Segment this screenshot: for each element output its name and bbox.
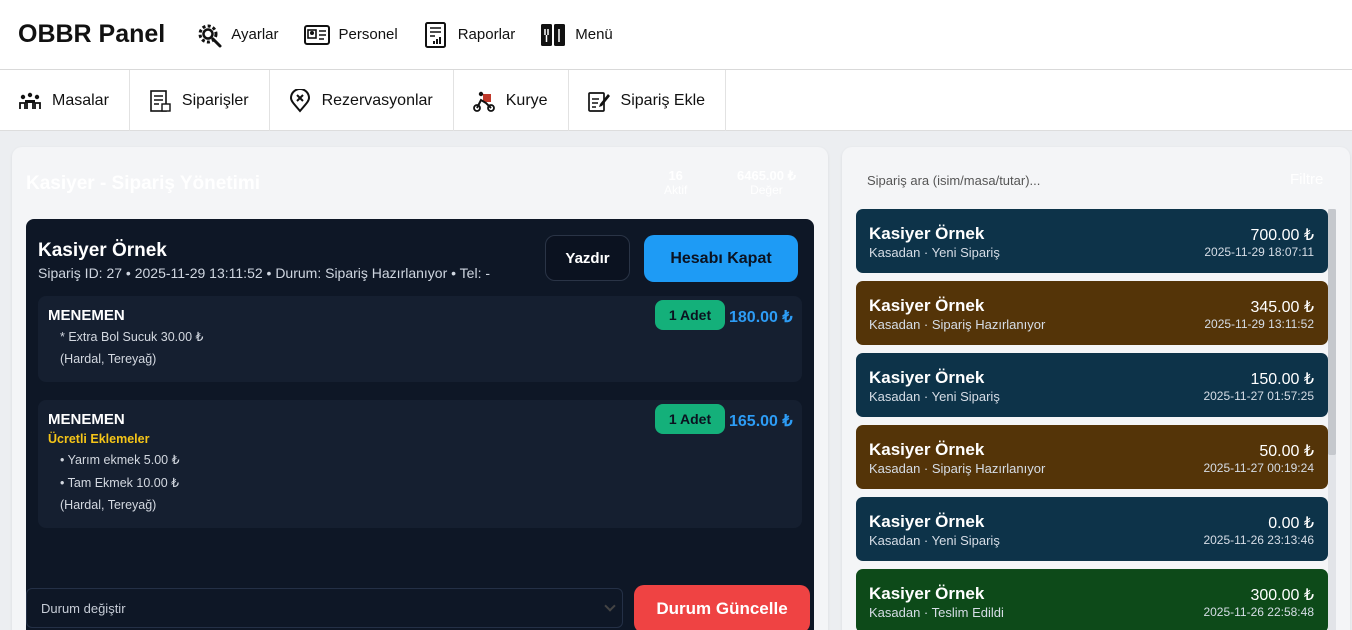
item-extra: • Tam Ekmek 10.00 ₺ xyxy=(60,476,180,490)
add-order-icon xyxy=(587,91,610,112)
order-card[interactable]: Kasiyer Örnek Kasadan · Teslim Edildi 300.… xyxy=(856,569,1328,630)
order-card[interactable]: Kasiyer Örnek Kasadan · Yeni Sipariş 700.0… xyxy=(856,209,1328,273)
order-card-amount: 150.00 ₺ xyxy=(1250,371,1314,388)
tab-bar: Masalar Siparişler Rezervasyonlar Kurye xyxy=(0,70,1352,131)
topnav-label: Raporlar xyxy=(457,26,516,43)
order-item: MENEMEN Ücretli Eklemeler • Yarım ekmek … xyxy=(38,400,802,528)
orders-panel: Sipariş ara (isim/masa/tutar)... Filtre … xyxy=(842,147,1350,630)
filter-button[interactable]: Filtre xyxy=(1290,171,1323,188)
stat-value: 16 xyxy=(668,168,683,183)
tab-rezervasyonlar[interactable]: Rezervasyonlar xyxy=(270,70,454,131)
top-nav: Ayarlar Personel Raporlar Menü xyxy=(195,21,613,49)
order-card-name: Kasiyer Örnek xyxy=(869,224,985,243)
order-search-input[interactable]: Sipariş ara (isim/masa/tutar)... xyxy=(856,165,1276,195)
order-customer-name: Kasiyer Örnek xyxy=(38,240,167,261)
order-card-status: Kasadan · Teslim Edildi xyxy=(869,605,1004,620)
item-price: 165.00 ₺ xyxy=(729,413,793,430)
topnav-label: Ayarlar xyxy=(231,26,279,43)
topnav-item-ayarlar[interactable]: Ayarlar xyxy=(195,21,279,49)
location-pin-icon xyxy=(289,88,310,113)
order-card-name: Kasiyer Örnek xyxy=(869,584,985,603)
order-card-date: 2025-11-29 18:07:11 xyxy=(1204,245,1314,259)
item-extra: • Yarım ekmek 5.00 ₺ xyxy=(60,453,180,467)
item-note: (Hardal, Tereyağ) xyxy=(60,352,157,366)
item-note: (Hardal, Tereyağ) xyxy=(60,498,157,512)
status-select[interactable]: Durum değiştir xyxy=(26,588,623,628)
order-card-amount: 700.00 ₺ xyxy=(1250,227,1314,244)
brand-title: OBBR Panel xyxy=(18,20,166,48)
item-qty-badge: 1 Adet xyxy=(655,300,725,330)
top-bar: OBBR Panel Ayarlar Personel Raporlar Men… xyxy=(0,0,1352,70)
topnav-label: Menü xyxy=(575,26,613,43)
tab-label: Siparişler xyxy=(181,91,249,109)
item-extra: * Extra Bol Sucuk 30.00 ₺ xyxy=(60,330,204,344)
order-card[interactable]: Kasiyer Örnek Kasadan · Sipariş Hazırlanı… xyxy=(856,281,1328,345)
topnav-item-personel[interactable]: Personel xyxy=(303,21,398,49)
tab-label: Sipariş Ekle xyxy=(620,91,706,109)
order-card-amount: 50.00 ₺ xyxy=(1259,443,1314,460)
chevron-down-icon xyxy=(604,600,616,612)
order-item: MENEMEN * Extra Bol Sucuk 30.00 ₺ (Harda… xyxy=(38,296,802,382)
order-card-name: Kasiyer Örnek xyxy=(869,368,985,387)
status-select-value: Durum değiştir xyxy=(41,600,126,616)
tab-kurye[interactable]: Kurye xyxy=(454,70,569,131)
item-name: MENEMEN xyxy=(48,307,125,324)
item-name: MENEMEN xyxy=(48,411,125,428)
tab-label: Masalar xyxy=(52,91,109,109)
order-card-amount: 345.00 ₺ xyxy=(1250,299,1314,316)
id-card-icon xyxy=(303,24,330,45)
stat-value: 6465.00 ₺ xyxy=(737,168,796,183)
order-card-date: 2025-11-26 22:58:48 xyxy=(1203,605,1314,619)
order-card[interactable]: Kasiyer Örnek Kasadan · Yeni Sipariş 150.0… xyxy=(856,353,1328,417)
order-card-status: Kasadan · Sipariş Hazırlanıyor xyxy=(869,461,1046,476)
order-meta: Sipariş ID: 27 • 2025-11-29 13:11:52 • D… xyxy=(38,265,491,281)
cashier-panel: Kasiyer - Sipariş Yönetimi 16 Aktif 6465… xyxy=(12,147,828,630)
courier-icon xyxy=(472,91,495,112)
order-card[interactable]: Kasiyer Örnek Kasadan · Yeni Sipariş 0.00 … xyxy=(856,497,1328,561)
tab-label: Kurye xyxy=(505,91,548,109)
paid-extras-label: Ücretli Eklemeler xyxy=(48,432,150,446)
stat-label: Değer xyxy=(750,183,783,197)
stat-active: 16 Aktif xyxy=(664,168,688,198)
stat-total-value: 6465.00 ₺ Değer xyxy=(737,168,796,198)
order-card-status: Kasadan · Yeni Sipariş xyxy=(869,533,1000,548)
stat-label: Aktif xyxy=(664,183,688,197)
order-card-name: Kasiyer Örnek xyxy=(869,440,985,459)
order-card-date: 2025-11-26 23:13:46 xyxy=(1203,533,1314,547)
order-card-amount: 0.00 ₺ xyxy=(1268,515,1314,532)
order-card-status: Kasadan · Yeni Sipariş xyxy=(869,245,1000,260)
menu-book-icon xyxy=(541,23,566,46)
topnav-item-raporlar[interactable]: Raporlar xyxy=(422,21,516,49)
order-card-date: 2025-11-27 01:57:25 xyxy=(1203,389,1314,403)
order-card-status: Kasadan · Sipariş Hazırlanıyor xyxy=(869,317,1046,332)
update-status-button[interactable]: Durum Güncelle xyxy=(634,585,810,630)
topnav-item-menu[interactable]: Menü xyxy=(539,21,613,49)
tab-masalar[interactable]: Masalar xyxy=(0,70,130,131)
order-card-name: Kasiyer Örnek xyxy=(869,512,985,531)
item-qty-badge: 1 Adet xyxy=(655,404,725,434)
order-detail: Kasiyer Örnek Sipariş ID: 27 • 2025-11-2… xyxy=(26,219,814,630)
topnav-label: Personel xyxy=(338,26,398,43)
close-account-button[interactable]: Hesabı Kapat xyxy=(644,235,798,282)
print-button[interactable]: Yazdır xyxy=(545,235,630,281)
item-price: 180.00 ₺ xyxy=(729,309,793,326)
order-card-name: Kasiyer Örnek xyxy=(869,296,985,315)
tab-siparisler[interactable]: Siparişler xyxy=(130,70,270,131)
order-card[interactable]: Kasiyer Örnek Kasadan · Sipariş Hazırlanı… xyxy=(856,425,1328,489)
order-card-status: Kasadan · Yeni Sipariş xyxy=(869,389,1000,404)
scrollbar-thumb[interactable] xyxy=(1328,209,1336,455)
report-icon xyxy=(424,21,446,48)
order-card-date: 2025-11-29 13:11:52 xyxy=(1204,317,1314,331)
tab-siparis-ekle[interactable]: Sipariş Ekle xyxy=(569,70,727,131)
order-card-amount: 300.00 ₺ xyxy=(1250,587,1314,604)
order-card-date: 2025-11-27 00:19:24 xyxy=(1203,461,1314,475)
gear-icon xyxy=(198,24,222,47)
tables-icon xyxy=(19,92,41,109)
tab-label: Rezervasyonlar xyxy=(321,91,433,109)
receipt-icon xyxy=(150,89,171,112)
cashier-title: Kasiyer - Sipariş Yönetimi xyxy=(26,173,261,194)
